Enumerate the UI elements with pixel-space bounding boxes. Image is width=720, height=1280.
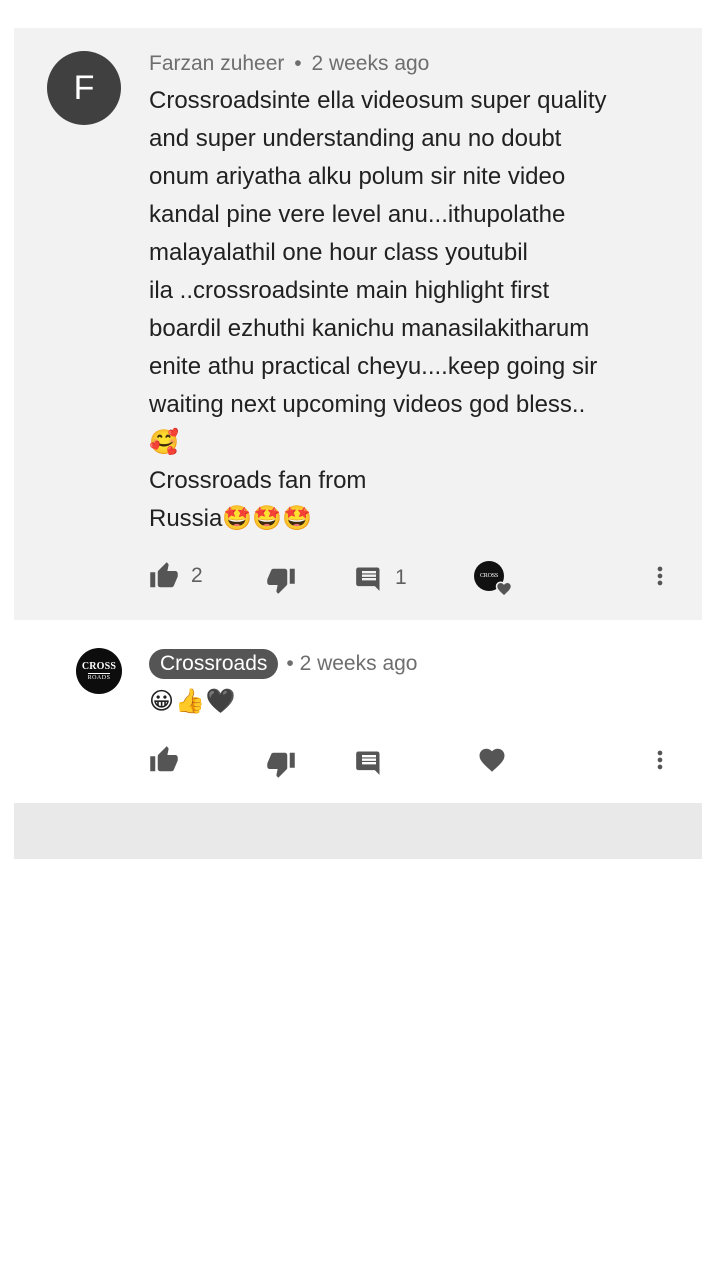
reply-button[interactable] (355, 742, 383, 782)
reply-count: 1 (395, 566, 407, 589)
reply-action-bar (0, 740, 720, 780)
thumb-up-icon (149, 561, 179, 591)
comment-text-line: 🥰 (149, 429, 179, 456)
reply-time: • 2 weeks ago (286, 652, 417, 676)
comment-text: Crossroadsinte ella videosum super quali… (149, 82, 679, 538)
next-comment-placeholder (14, 803, 702, 859)
comments-page: F Farzan zuheer • 2 weeks ago Crossroads… (0, 0, 720, 1280)
reply-text: 😀👍🖤 (149, 684, 237, 718)
comment-action-bar: 2 1 CROSS (14, 556, 702, 598)
more-vert-icon (646, 561, 674, 591)
thumb-down-icon (266, 565, 296, 595)
reply-button[interactable]: 1 (355, 558, 407, 598)
thumb-down-icon (266, 749, 296, 779)
comment-text-line: Russia🤩🤩🤩 (149, 505, 313, 532)
comment-icon (355, 748, 383, 776)
dislike-button[interactable] (266, 560, 296, 600)
reply-meta: Crossroads • 2 weeks ago (149, 649, 418, 679)
comment-text-line: boardil ezhuthi kanichu manasilakitharum (149, 315, 590, 342)
dislike-button[interactable] (266, 744, 296, 784)
channel-avatar-subtext: ROADS (87, 672, 111, 681)
comment-meta: Farzan zuheer • 2 weeks ago (149, 52, 429, 76)
like-button[interactable]: 2 (149, 556, 203, 596)
comment-text-line: Crossroads fan from (149, 467, 367, 494)
comment-author[interactable]: Farzan zuheer (149, 52, 284, 75)
heart-icon (477, 745, 507, 775)
creator-heart-badge: CROSS (474, 556, 513, 598)
meta-separator: • (294, 52, 302, 75)
like-button[interactable] (149, 740, 179, 780)
comment-time: 2 weeks ago (311, 52, 430, 75)
comment-text-line: enite athu practical cheyu....keep going… (149, 353, 598, 380)
comment-icon (355, 564, 383, 592)
comment-text-line: ila ..crossroadsinte main highlight firs… (149, 277, 550, 304)
more-vert-icon (646, 745, 674, 775)
commenter-avatar[interactable]: F (47, 51, 121, 125)
comment-text-line: Crossroadsinte ella videosum super quali… (149, 87, 607, 114)
channel-avatar-text: CROSS (81, 660, 117, 672)
more-options-button[interactable] (646, 740, 674, 780)
heart-icon (495, 580, 513, 598)
comment-text-line: malayalathil one hour class youtubil (149, 239, 528, 266)
like-count: 2 (191, 564, 203, 587)
reply-time-text: 2 weeks ago (299, 652, 418, 675)
meta-separator: • (286, 652, 294, 675)
channel-logo-small: CROSS (474, 561, 513, 598)
channel-avatar[interactable]: CROSS ROADS (76, 648, 122, 694)
comment-text-line: kandal pine vere level anu...ithupolathe (149, 201, 566, 228)
more-options-button[interactable] (646, 556, 674, 596)
comment-text-line: onum ariyatha alku polum sir nite video (149, 163, 566, 190)
thumb-up-icon (149, 745, 179, 775)
comment-card: F Farzan zuheer • 2 weeks ago Crossroads… (14, 28, 702, 620)
channel-logo-text: CROSS (479, 573, 498, 579)
heart-button[interactable] (477, 740, 507, 780)
reply-author-chip[interactable]: Crossroads (149, 649, 279, 679)
comment-text-line: and super understanding anu no doubt (149, 125, 562, 152)
reply-emojis: 😀👍🖤 (149, 687, 237, 715)
comment-text-line: waiting next upcoming videos god bless.. (149, 391, 586, 418)
